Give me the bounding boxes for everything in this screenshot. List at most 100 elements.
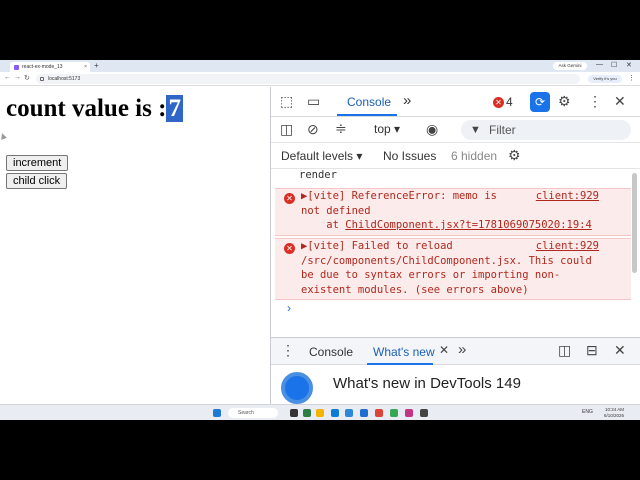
context-select[interactable]: top ▾ xyxy=(374,122,400,136)
drawer-menu-icon[interactable]: ⋮ xyxy=(281,342,295,359)
filter-funnel-icon: ▼ xyxy=(470,124,481,136)
minimize-icon[interactable]: — xyxy=(596,61,603,68)
console-output: render ✕ ▶[vite] ReferenceError: memo is… xyxy=(271,169,640,337)
ask-gemini-button[interactable]: Ask Gemini xyxy=(553,62,587,70)
forward-icon[interactable]: → xyxy=(14,74,21,81)
task-view-icon[interactable] xyxy=(290,409,298,417)
source-link[interactable]: client:929 xyxy=(536,189,599,204)
console-scrollbar[interactable] xyxy=(632,173,637,273)
count-prefix: count value is : xyxy=(6,95,167,122)
active-tab-indicator xyxy=(337,114,397,116)
error-icon: ✕ xyxy=(493,97,504,109)
widgets-icon[interactable] xyxy=(303,409,311,417)
more-tabs-icon[interactable]: » xyxy=(403,92,411,109)
page-content: count value is :7 increment child click xyxy=(0,87,270,404)
devtools-menu-icon[interactable]: ⋮ xyxy=(588,93,602,110)
error-line: /src/components/ChildComponent.jsx. This… xyxy=(301,254,592,267)
console-log-line: render xyxy=(299,169,337,181)
taskbar: Search ENG 10:24 AM 6/10/2026 xyxy=(0,404,640,420)
tab-console[interactable]: Console xyxy=(347,95,391,109)
create-live-expression-icon[interactable]: ≑ xyxy=(335,120,347,137)
increment-button[interactable]: increment xyxy=(6,155,69,171)
context-select-value: top xyxy=(374,122,391,136)
tab-close-icon[interactable]: × xyxy=(84,62,87,72)
console-levels-bar: Default levels ▾ No Issues 6 hidden ⚙ xyxy=(271,143,640,169)
no-issues-label[interactable]: No Issues xyxy=(383,149,436,163)
filter-input[interactable]: ▼ Filter xyxy=(461,120,631,140)
device-toolbar-icon[interactable]: ▭ xyxy=(307,93,320,110)
error-line: ▶[vite] Failed to reload xyxy=(301,240,453,252)
vscode-icon[interactable] xyxy=(360,409,368,417)
console-settings-icon[interactable]: ⚙ xyxy=(508,147,521,164)
language-indicator[interactable]: ENG xyxy=(582,409,593,415)
stack-trace-link[interactable]: ChildComponent.jsx?t=1781069075020:19:4 xyxy=(345,219,592,231)
file-explorer-icon[interactable] xyxy=(316,409,324,417)
console-error-message[interactable]: ✕ ▶[vite] Failed to reload /src/componen… xyxy=(275,238,631,300)
clock-date: 6/10/2026 xyxy=(604,413,625,418)
close-tab-icon[interactable]: ✕ xyxy=(439,343,449,357)
dock-side-icon[interactable]: ◫ xyxy=(558,342,571,359)
error-text: ▶[vite] ReferenceError: memo is not defi… xyxy=(301,189,592,233)
app-icon[interactable] xyxy=(390,409,398,417)
browser-tab-bar: react-ex-mode_13 × + Ask Gemini — ☐ ✕ xyxy=(0,60,640,72)
ai-assistance-icon[interactable]: ⟳ xyxy=(530,92,550,112)
address-bar[interactable]: localhost:5173 xyxy=(36,74,580,84)
site-info-icon[interactable] xyxy=(40,77,44,81)
devtools-drawer: ⋮ Console What's new ✕ » ◫ ⊟ ✕ What's ne… xyxy=(271,337,640,404)
edge-icon[interactable] xyxy=(331,409,339,417)
default-levels-label: Default levels xyxy=(281,149,354,163)
app-icon[interactable] xyxy=(405,409,413,417)
store-icon[interactable] xyxy=(345,409,353,417)
error-line: existent modules. (see errors above) xyxy=(301,283,529,296)
filter-placeholder: Filter xyxy=(489,123,516,137)
error-count-badge[interactable]: ✕ 4 xyxy=(493,95,513,109)
console-error-message[interactable]: ✕ ▶[vite] ReferenceError: memo is not de… xyxy=(275,188,631,236)
maximize-icon[interactable]: ☐ xyxy=(611,61,617,69)
default-levels-dropdown[interactable]: Default levels ▾ xyxy=(281,149,362,163)
minimize-drawer-icon[interactable]: ⊟ xyxy=(586,342,598,359)
chrome-logo-icon xyxy=(281,372,313,404)
close-window-icon[interactable]: ✕ xyxy=(626,61,632,69)
browser-menu-icon[interactable]: ⋮ xyxy=(628,74,635,82)
close-drawer-icon[interactable]: ✕ xyxy=(614,342,626,359)
error-count: 4 xyxy=(506,95,513,109)
browser-toolbar: ← → ↻ localhost:5173 Verify it's you ⋮ xyxy=(0,72,640,86)
devtools-panel: ⬚ ▭ Console » ✕ 4 ⟳ ⚙ ⋮ ✕ ◫ ⊘ ≑ top ▾ ◉ ▼… xyxy=(270,87,640,404)
count-value: 7 xyxy=(166,95,183,122)
app-icon[interactable] xyxy=(420,409,428,417)
url-text: localhost:5173 xyxy=(48,76,81,82)
tab-favicon-icon xyxy=(14,65,19,70)
error-line: at xyxy=(301,219,346,231)
settings-gear-icon[interactable]: ⚙ xyxy=(558,93,571,110)
sidebar-toggle-icon[interactable]: ◫ xyxy=(280,121,293,138)
drawer-tab-whats-new[interactable]: What's new xyxy=(373,345,435,359)
whats-new-title: What's new in DevTools 149 xyxy=(333,375,521,392)
close-devtools-icon[interactable]: ✕ xyxy=(614,93,626,110)
eye-icon[interactable]: ◉ xyxy=(426,121,438,138)
count-heading: count value is :7 xyxy=(6,95,183,123)
clear-console-icon[interactable]: ⊘ xyxy=(307,121,319,138)
verify-button[interactable]: Verify it's you xyxy=(588,75,622,83)
more-drawer-tabs-icon[interactable]: » xyxy=(458,341,466,358)
start-icon[interactable] xyxy=(213,409,221,417)
console-prompt[interactable]: › xyxy=(287,301,291,315)
taskbar-search[interactable]: Search xyxy=(228,408,278,418)
browser-tab[interactable]: react-ex-mode_13 × xyxy=(10,62,90,72)
console-filter-bar: ◫ ⊘ ≑ top ▾ ◉ ▼ Filter xyxy=(271,117,640,143)
source-link[interactable]: client:929 xyxy=(536,239,599,254)
error-icon: ✕ xyxy=(284,193,295,204)
error-icon: ✕ xyxy=(284,243,295,254)
devtools-tab-bar: ⬚ ▭ Console » ✕ 4 ⟳ ⚙ ⋮ ✕ xyxy=(271,87,640,117)
new-tab-button[interactable]: + xyxy=(94,61,99,70)
chrome-taskbar-icon[interactable] xyxy=(375,409,383,417)
inspect-element-icon[interactable]: ⬚ xyxy=(280,93,293,110)
tab-title: react-ex-mode_13 xyxy=(22,64,63,70)
error-line: be due to syntax errors or importing non… xyxy=(301,269,561,281)
drawer-tab-console[interactable]: Console xyxy=(309,345,353,359)
clock[interactable]: 10:24 AM 6/10/2026 xyxy=(604,407,624,419)
drawer-active-indicator xyxy=(367,363,433,365)
child-click-button[interactable]: child click xyxy=(6,173,68,189)
hidden-count-label: 6 hidden xyxy=(451,149,498,163)
reload-icon[interactable]: ↻ xyxy=(24,74,30,82)
back-icon[interactable]: ← xyxy=(4,74,11,81)
